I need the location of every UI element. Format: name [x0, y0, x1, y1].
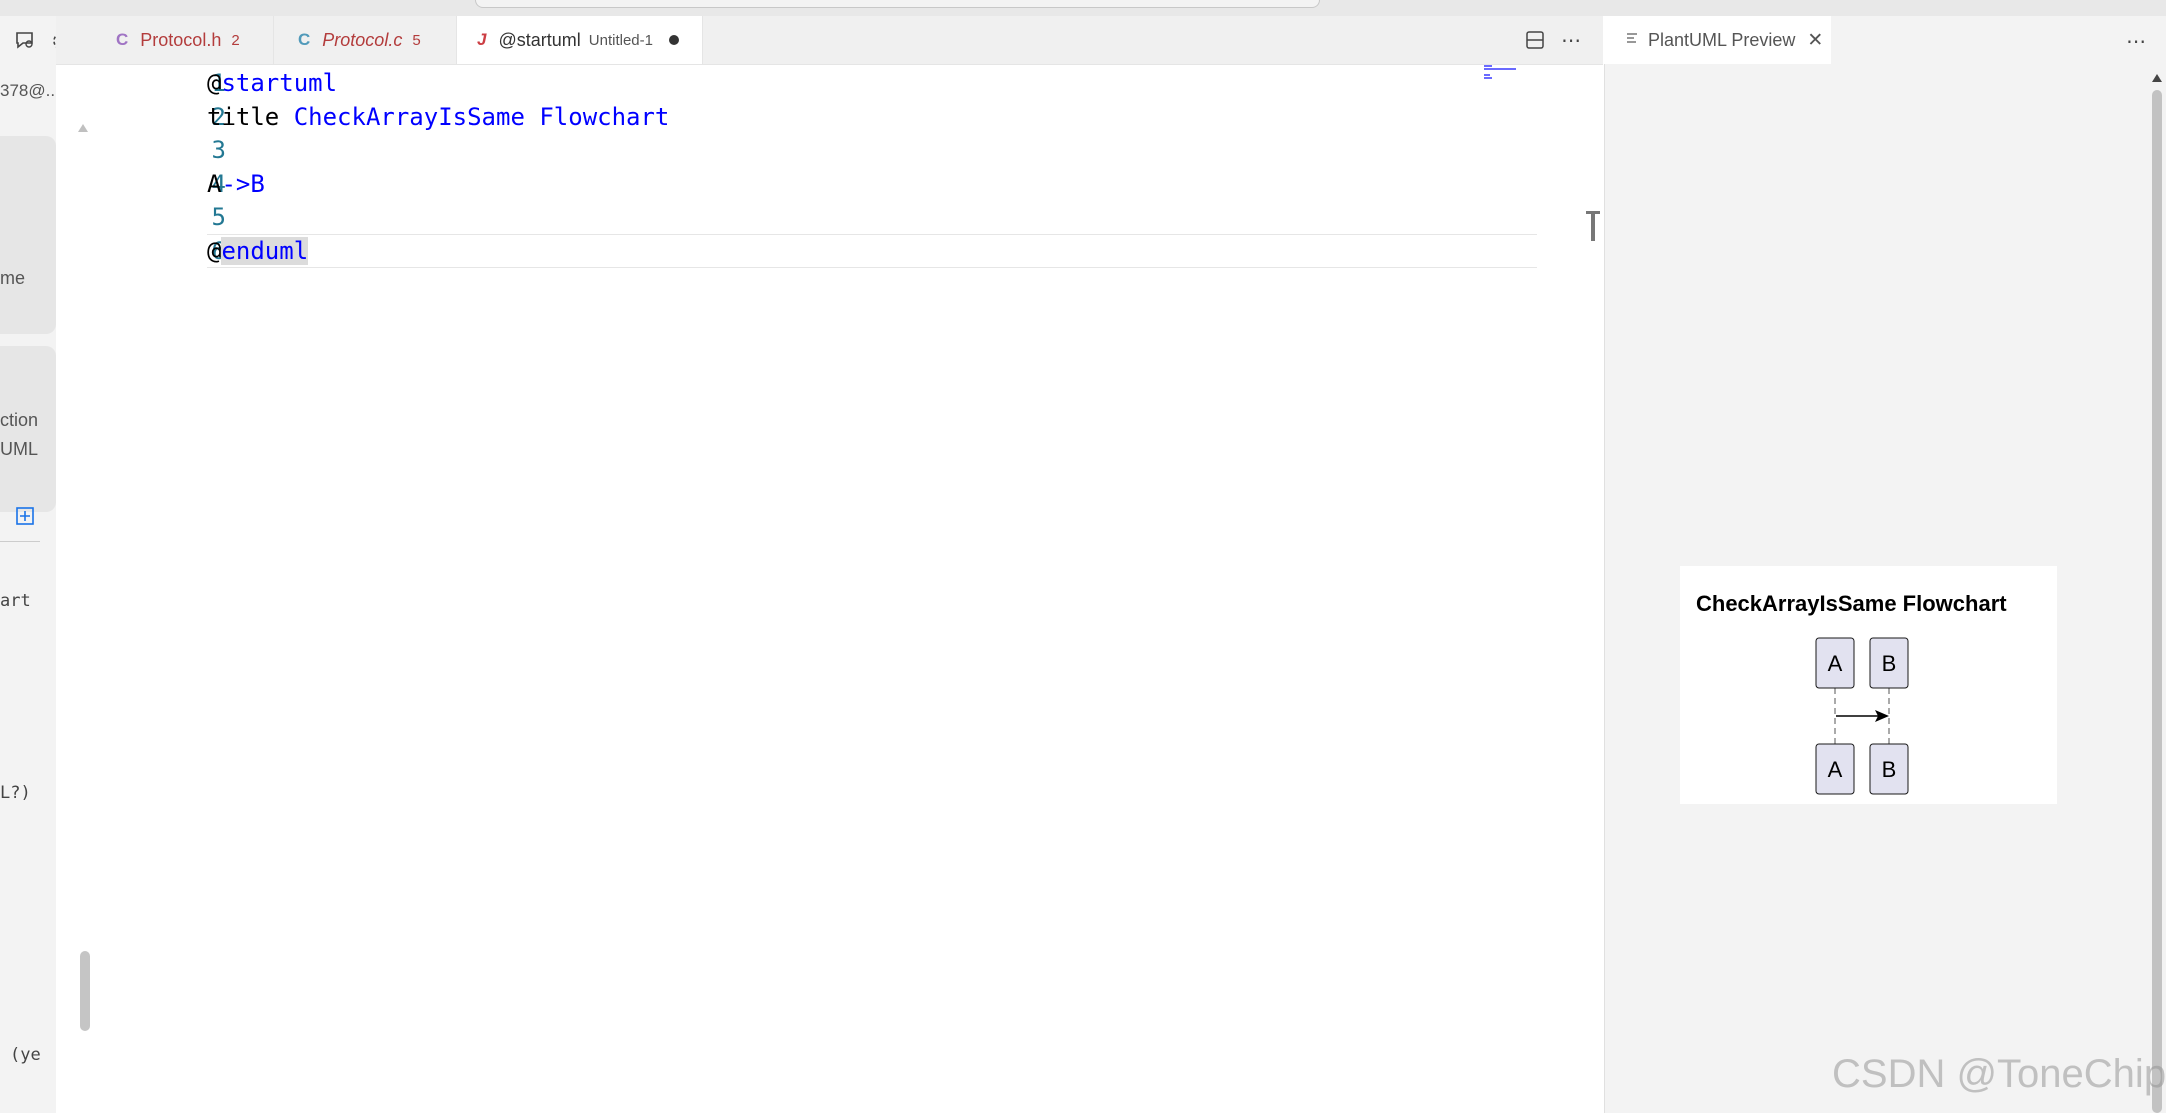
preview-scroll-up-arrow-icon[interactable]	[2151, 70, 2163, 88]
code-line-4[interactable]: A->B	[207, 170, 265, 198]
chat-sidebar: 378@... me ction UML art L?) (ye	[0, 16, 71, 1113]
code-token: @	[207, 69, 222, 97]
code-keyword: ->B	[221, 170, 265, 198]
chat-card-2-text-b: UML	[0, 439, 39, 459]
chat-text-2: L?)	[0, 783, 31, 803]
code-token: A	[207, 170, 222, 198]
sidebar-scrollbar[interactable]	[80, 951, 90, 1031]
participant-a-bottom-label: A	[1827, 757, 1843, 782]
participant-b-bottom-label: B	[1881, 757, 1897, 782]
code-keyword: startuml	[221, 69, 338, 97]
code-selection: enduml	[221, 237, 309, 265]
chat-icon[interactable]	[10, 26, 40, 56]
chat-text-1: art	[0, 591, 31, 611]
plantuml-preview-pane: ⋯	[1604, 16, 2166, 1113]
code-line-6[interactable]: @enduml	[207, 237, 309, 265]
dirty-indicator-icon[interactable]	[668, 35, 679, 45]
code-token: title	[207, 103, 294, 131]
preview-file-icon	[1626, 30, 1638, 51]
problem-badge: 2	[231, 31, 240, 49]
line-number: 3	[211, 136, 226, 164]
chat-card-1[interactable]	[0, 136, 56, 334]
participant-b-top-label: B	[1881, 651, 1897, 676]
minimap[interactable]	[1484, 65, 1524, 79]
tab-untitled[interactable]: J @startuml Untitled-1	[457, 16, 703, 64]
chat-text-3: (ye	[10, 1045, 41, 1065]
code-line-2[interactable]: title CheckArrayIsSame Flowchart	[207, 103, 669, 131]
chat-card-1-text: me	[0, 268, 26, 288]
participant-a-top-label: A	[1827, 651, 1843, 676]
split-editor-icon[interactable]	[1522, 27, 1548, 53]
code-keyword: CheckArrayIsSame Flowchart	[293, 103, 670, 131]
line-number: 5	[211, 203, 226, 231]
tab-protocol-c[interactable]: C Protocol.c 5	[274, 16, 457, 64]
close-icon[interactable]: ✕	[1807, 29, 1823, 52]
tab-label: Protocol.c	[322, 29, 403, 50]
editor-tab-strip: C Protocol.h 2 C Protocol.c 5 J @startum…	[56, 16, 1603, 65]
code-token: @	[207, 237, 222, 265]
more-icon[interactable]: ⋯	[1558, 27, 1584, 53]
c-file-icon: C	[116, 30, 129, 49]
chat-card-2-text-a: ction	[0, 410, 39, 430]
tab-label: Protocol.h	[140, 29, 222, 50]
code-editor[interactable]: 1 2 3 4 5 6 @startuml title CheckArrayIs…	[56, 65, 1603, 1113]
tab-protocol-h[interactable]: C Protocol.h 2	[56, 16, 274, 64]
problem-badge: 5	[412, 31, 421, 49]
session-label: 378@...	[0, 81, 60, 100]
tab-description: Untitled-1	[588, 31, 653, 49]
code-line-1[interactable]: @startuml	[207, 69, 337, 97]
session-selector[interactable]: 378@...	[0, 81, 60, 101]
sidebar-divider	[0, 541, 40, 542]
tab-plantuml-preview[interactable]: PlantUML Preview ✕	[1604, 16, 1831, 64]
preview-scrollbar[interactable]	[2152, 90, 2162, 1113]
watermark: CSDN @ToneChip	[1832, 1052, 2166, 1096]
tab-label: PlantUML Preview	[1648, 29, 1796, 50]
text-cursor-icon	[1586, 211, 1600, 241]
java-file-icon: J	[477, 30, 487, 49]
scroll-up-arrow-icon[interactable]	[77, 120, 89, 138]
command-center[interactable]	[475, 0, 1320, 8]
c-file-icon: C	[298, 30, 311, 49]
add-icon[interactable]	[16, 507, 34, 530]
current-line-highlight	[207, 234, 1537, 268]
tab-label: @startuml	[498, 29, 581, 50]
plantuml-diagram: CheckArrayIsSame Flowchart A B A B	[1680, 566, 2057, 804]
more-icon[interactable]: ⋯	[2123, 28, 2149, 54]
